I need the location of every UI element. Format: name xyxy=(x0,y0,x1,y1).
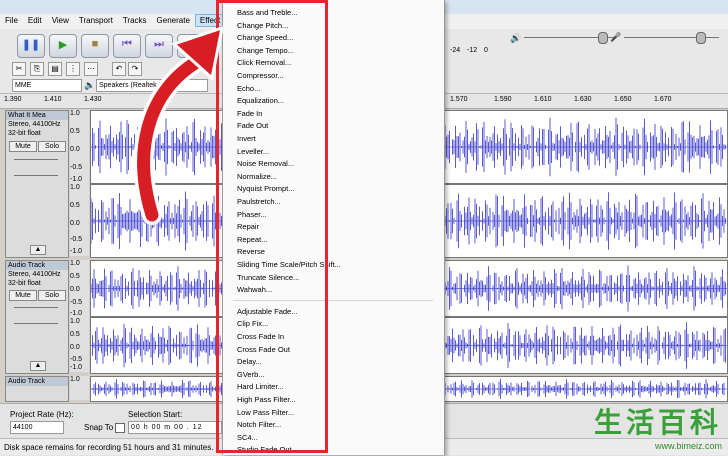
project-rate-select[interactable]: 44100 xyxy=(10,421,64,434)
speaker-icon: 🔈 xyxy=(84,80,96,90)
track-control-panel: Audio Track xyxy=(5,376,69,402)
track-name-menu[interactable]: Audio Track xyxy=(6,261,68,270)
ruler-tick: 1.410 xyxy=(44,96,62,103)
solo-button[interactable]: Solo xyxy=(38,141,66,152)
selection-start-field[interactable]: 00 h 00 m 00 . 12 xyxy=(128,421,222,434)
track-control-panel: What It Mea Stereo, 44100Hz 32-bit float… xyxy=(5,110,69,258)
menu-edit[interactable]: Edit xyxy=(23,14,47,27)
ruler-tick: 1.430 xyxy=(84,96,102,103)
slider-thumb[interactable] xyxy=(598,32,608,44)
amplitude-scale: 1.0 0.5 0.0 -0.5 -1.0 1.0 0.5 0.0 -0.5 -… xyxy=(70,110,89,256)
menu-file[interactable]: File xyxy=(0,14,23,27)
copy-icon[interactable]: ⎘ xyxy=(30,62,44,76)
solo-button[interactable]: Solo xyxy=(38,290,66,301)
menu-transport[interactable]: Transport xyxy=(74,14,118,27)
collapse-icon[interactable]: ▲ xyxy=(30,245,46,255)
mute-button[interactable]: Mute xyxy=(9,141,37,152)
microphone-icon: 🎤 xyxy=(610,32,622,42)
pan-slider[interactable] xyxy=(14,175,58,176)
undo-icon[interactable]: ↶ xyxy=(112,62,126,76)
gain-slider[interactable] xyxy=(14,159,58,160)
project-rate-label: Project Rate (Hz): xyxy=(10,410,74,419)
stop-button[interactable]: ■ xyxy=(81,34,109,58)
pause-icon: ❚❚ xyxy=(21,39,41,51)
collapse-icon[interactable]: ▲ xyxy=(30,361,46,371)
pan-slider[interactable] xyxy=(14,323,58,324)
track-control-panel: Audio Track Stereo, 44100Hz 32-bit float… xyxy=(5,260,69,374)
amplitude-scale: 1.0 0.5 0.0 -0.5 -1.0 1.0 0.5 0.0 -0.5 -… xyxy=(70,260,89,372)
host-select[interactable]: MME xyxy=(12,79,82,92)
selection-start-label: Selection Start: xyxy=(128,410,183,419)
cut-icon[interactable]: ✂ xyxy=(12,62,26,76)
amplitude-scale: 1.0 xyxy=(70,376,89,400)
snap-to-checkbox[interactable] xyxy=(115,423,125,433)
meter-label: 0 xyxy=(484,47,488,54)
menu-highlight-box xyxy=(216,0,328,453)
meter-label: -24 xyxy=(450,47,461,54)
volume-icon: 🔊 xyxy=(510,33,522,43)
mute-button[interactable]: Mute xyxy=(9,290,37,301)
stop-icon: ■ xyxy=(91,38,99,50)
track-format: Stereo, 44100Hz xyxy=(8,271,61,278)
track-sample-format: 32-bit float xyxy=(8,280,41,287)
ruler-tick: 1.610 xyxy=(534,96,552,103)
track-format: Stereo, 44100Hz xyxy=(8,121,61,128)
silence-icon[interactable]: ⋯ xyxy=(84,62,98,76)
trim-icon[interactable]: ⋮ xyxy=(66,62,80,76)
menu-view[interactable]: View xyxy=(47,14,74,27)
slider-thumb[interactable] xyxy=(696,32,706,44)
track-sample-format: 32-bit float xyxy=(8,130,41,137)
annotation-arrow xyxy=(133,25,224,225)
snap-to-label: Snap To xyxy=(84,423,114,432)
play-button[interactable]: ▶ xyxy=(49,34,77,58)
gain-slider[interactable] xyxy=(14,307,58,308)
meter-label: -12 xyxy=(467,47,478,54)
ruler-tick: 1.650 xyxy=(614,96,632,103)
watermark-logo: 生活百科 www.bimeiz.com xyxy=(593,407,722,451)
track-name-menu[interactable]: What It Mea xyxy=(6,111,68,120)
ruler-tick: 1.590 xyxy=(494,96,512,103)
ruler-tick: 1.390 xyxy=(4,96,22,103)
pause-button[interactable]: ❚❚ xyxy=(17,34,45,58)
paste-icon[interactable]: ▤ xyxy=(48,62,62,76)
ruler-tick: 1.570 xyxy=(450,96,468,103)
ruler-tick: 1.670 xyxy=(654,96,672,103)
ruler-tick: 1.630 xyxy=(574,96,592,103)
track-name-menu[interactable]: Audio Track xyxy=(6,377,68,386)
play-icon: ▶ xyxy=(58,39,68,51)
